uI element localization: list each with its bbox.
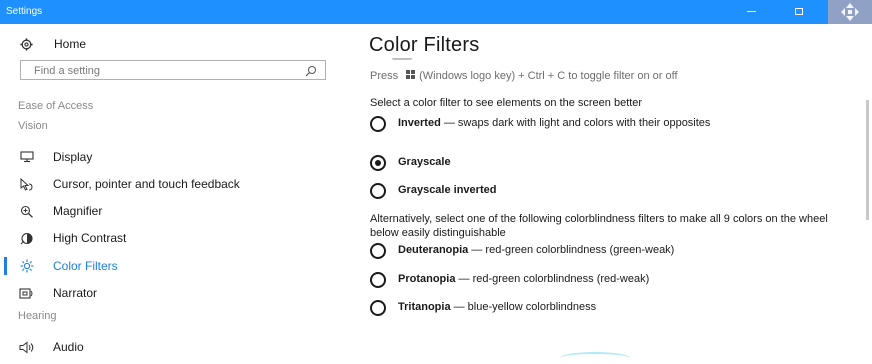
color-wheel-edge	[560, 352, 630, 364]
radio-button[interactable]	[370, 243, 386, 259]
filter-name: Grayscale inverted	[398, 184, 497, 196]
search-box	[20, 60, 326, 80]
sidebar-item-magnifier[interactable]: Magnifier	[18, 202, 338, 220]
sidebar-item-color-filters[interactable]: Color Filters	[18, 257, 338, 275]
page-title: Color Filters	[369, 34, 480, 56]
filter-desc: — red-green colorblindness (green-weak)	[471, 244, 675, 256]
minimize-button[interactable]	[736, 0, 766, 24]
main-content: Color Filters Press (Windows logo key) +…	[344, 24, 872, 364]
filter-option-grayscale-inverted[interactable]: Grayscale inverted	[370, 183, 840, 199]
color-filters-icon	[18, 259, 36, 273]
group-heading-vision: Vision	[18, 120, 48, 132]
radio-button-checked[interactable]	[370, 155, 386, 171]
sidebar-item-label: Display	[53, 150, 93, 164]
title-bar: Settings	[0, 0, 872, 24]
audio-icon	[18, 340, 36, 354]
sidebar: Home Ease of Access Vision Display Curso…	[0, 24, 344, 364]
search-input[interactable]	[21, 62, 291, 80]
radio-button[interactable]	[370, 116, 386, 132]
sidebar-item-label: Narrator	[53, 286, 98, 300]
gear-icon	[20, 37, 34, 51]
radio-button[interactable]	[370, 183, 386, 199]
windows-logo-icon	[406, 70, 416, 82]
search-icon[interactable]	[305, 64, 317, 82]
filter-name: Tritanopia	[398, 301, 451, 313]
move-handle[interactable]	[828, 0, 872, 24]
filter-desc: — swaps dark with light and colors with …	[443, 117, 711, 129]
minimize-icon	[746, 11, 756, 12]
sidebar-item-narrator[interactable]: Narrator	[18, 284, 338, 302]
magnifier-icon	[18, 204, 36, 218]
narrator-icon	[18, 286, 36, 300]
cursor-icon	[18, 177, 36, 191]
high-contrast-icon	[18, 231, 36, 245]
sidebar-item-label: Audio	[53, 340, 84, 354]
maximize-icon	[795, 8, 803, 15]
title-underline	[392, 58, 412, 60]
shortcut-hint: Press (Windows logo key) + Ctrl + C to t…	[370, 70, 678, 82]
hint-press: Press	[370, 70, 399, 82]
select-filter-text: Select a color filter to see elements on…	[370, 97, 643, 109]
maximize-button[interactable]	[784, 0, 814, 24]
alternative-text: Alternatively, select one of the followi…	[370, 213, 828, 239]
hint-text: (Windows logo key) + Ctrl + C to toggle …	[419, 70, 678, 82]
radio-button[interactable]	[370, 300, 386, 316]
category-heading: Ease of Access	[18, 100, 94, 112]
filter-name: Inverted	[398, 117, 441, 129]
window-title: Settings	[6, 6, 43, 17]
filter-desc: — blue-yellow colorblindness	[453, 301, 597, 313]
home-nav-item[interactable]: Home	[20, 36, 86, 52]
filter-option-deuteranopia[interactable]: Deuteranopia — red-green colorblindness …	[370, 243, 840, 259]
sidebar-item-high-contrast[interactable]: High Contrast	[18, 229, 338, 247]
group-heading-hearing: Hearing	[18, 310, 57, 322]
filter-option-grayscale[interactable]: Grayscale	[370, 155, 840, 171]
sidebar-item-label: Magnifier	[53, 204, 103, 218]
filter-option-protanopia[interactable]: Protanopia — red-green colorblindness (r…	[370, 272, 840, 288]
move-arrows-icon	[841, 3, 859, 21]
home-label: Home	[54, 37, 87, 51]
radio-button[interactable]	[370, 272, 386, 288]
filter-desc: — red-green colorblindness (red-weak)	[458, 273, 650, 285]
filter-option-inverted[interactable]: Inverted — swaps dark with light and col…	[370, 116, 840, 132]
filter-option-tritanopia[interactable]: Tritanopia — blue-yellow colorblindness	[370, 300, 840, 316]
filter-name: Deuteranopia	[398, 244, 469, 256]
filter-name: Protanopia	[398, 273, 456, 285]
sidebar-item-audio[interactable]: Audio	[18, 338, 338, 356]
display-icon	[18, 150, 36, 164]
scrollbar[interactable]	[866, 100, 869, 220]
sidebar-item-label: High Contrast	[53, 231, 127, 245]
sidebar-item-display[interactable]: Display	[18, 148, 338, 166]
filter-name: Grayscale	[398, 156, 451, 168]
sidebar-item-label: Color Filters	[53, 259, 118, 273]
active-indicator	[4, 257, 7, 275]
sidebar-item-cursor[interactable]: Cursor, pointer and touch feedback	[18, 175, 338, 193]
sidebar-item-label: Cursor, pointer and touch feedback	[53, 177, 240, 191]
